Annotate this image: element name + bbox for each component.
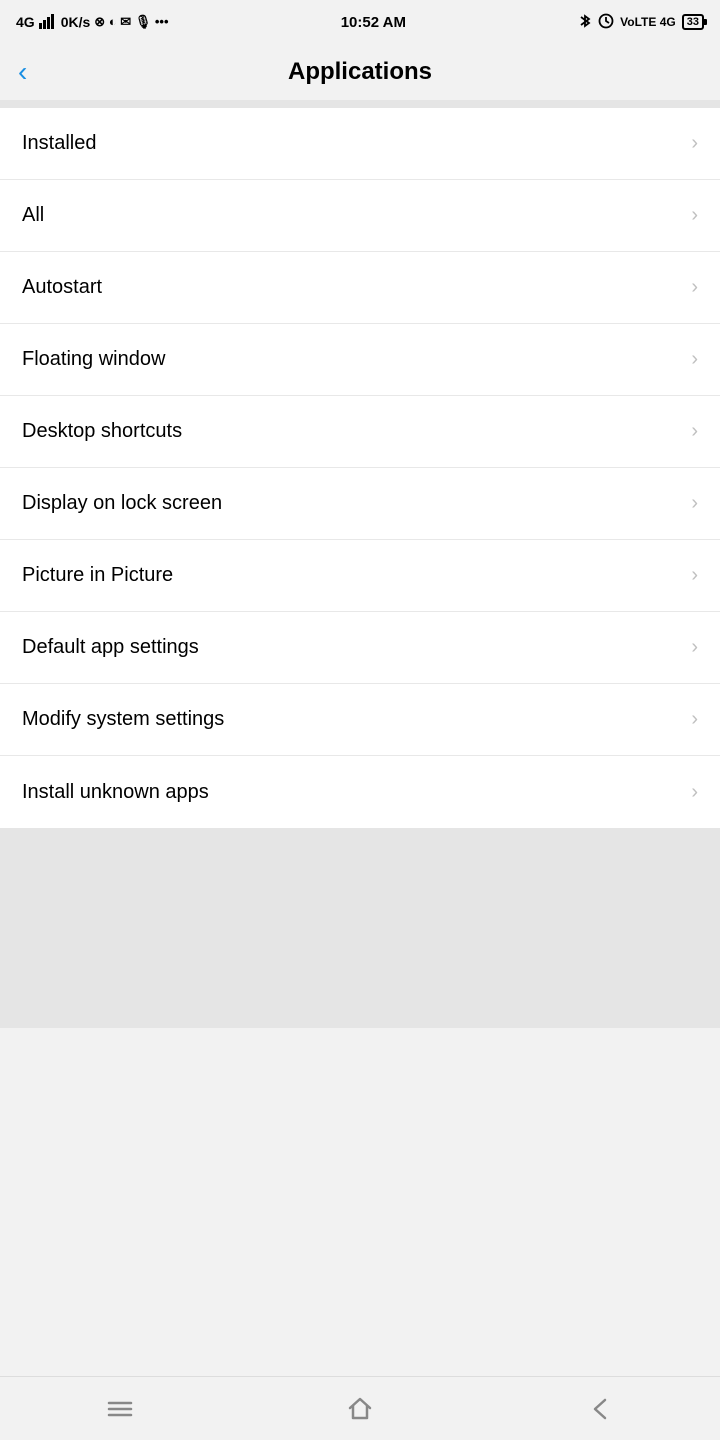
status-bar: 4G 0K/s ⊗ ◐ ✉ 🎙 ••• 10:52 AM VoLTE 4G 33 (0, 0, 720, 44)
menu-item-autostart[interactable]: Autostart › (0, 252, 720, 324)
lte-indicator: VoLTE 4G (620, 15, 676, 29)
header-divider (0, 100, 720, 108)
status-right: VoLTE 4G 33 (578, 13, 704, 32)
chevron-right-icon: › (691, 420, 698, 443)
menu-item-label: Installed (22, 132, 97, 155)
menu-item-label: Default app settings (22, 636, 199, 659)
menu-lines-icon (105, 1394, 135, 1424)
menu-item-label: All (22, 204, 44, 227)
data-speed: 0K/s (61, 14, 91, 30)
battery-indicator: 33 (682, 14, 704, 30)
back-button[interactable]: ‹ (18, 58, 27, 86)
status-time: 10:52 AM (341, 14, 406, 31)
chevron-right-icon: › (691, 636, 698, 659)
menu-item-label: Desktop shortcuts (22, 420, 182, 443)
menu-item-label: Autostart (22, 276, 102, 299)
bottom-space (0, 828, 720, 1028)
menu-item-picture-in-picture[interactable]: Picture in Picture › (0, 540, 720, 612)
menu-item-all[interactable]: All › (0, 180, 720, 252)
menu-item-install-unknown-apps[interactable]: Install unknown apps › (0, 756, 720, 828)
menu-item-label: Display on lock screen (22, 492, 222, 515)
menu-item-label: Modify system settings (22, 708, 224, 731)
page-header: ‹ Applications (0, 44, 720, 100)
applications-menu-list: Installed › All › Autostart › Floating window ›… (0, 108, 720, 828)
signal-bars (39, 13, 57, 32)
back-arrow-icon (585, 1394, 615, 1424)
menu-item-modify-system-settings[interactable]: Modify system settings › (0, 684, 720, 756)
menu-item-floating-window[interactable]: Floating window › (0, 324, 720, 396)
chevron-right-icon: › (691, 708, 698, 731)
clock-icon (598, 13, 614, 32)
nav-back-button[interactable] (560, 1389, 640, 1429)
misc-icons: ⊗ ◐ ✉ 🎙 ••• (94, 14, 168, 30)
chevron-right-icon: › (691, 204, 698, 227)
chevron-right-icon: › (691, 492, 698, 515)
nav-menu-button[interactable] (80, 1389, 160, 1429)
menu-item-label: Install unknown apps (22, 781, 209, 804)
chevron-right-icon: › (691, 276, 698, 299)
menu-item-desktop-shortcuts[interactable]: Desktop shortcuts › (0, 396, 720, 468)
menu-item-installed[interactable]: Installed › (0, 108, 720, 180)
chevron-right-icon: › (691, 781, 698, 804)
menu-item-display-on-lock-screen[interactable]: Display on lock screen › (0, 468, 720, 540)
home-icon (345, 1394, 375, 1424)
nav-bar (0, 1376, 720, 1440)
menu-item-default-app-settings[interactable]: Default app settings › (0, 612, 720, 684)
network-indicator: 4G (16, 14, 35, 30)
bluetooth-icon (578, 13, 592, 32)
page-title: Applications (20, 58, 700, 86)
chevron-right-icon: › (691, 348, 698, 371)
chevron-right-icon: › (691, 564, 698, 587)
menu-item-label: Picture in Picture (22, 564, 173, 587)
menu-item-label: Floating window (22, 348, 165, 371)
nav-home-button[interactable] (320, 1389, 400, 1429)
chevron-right-icon: › (691, 132, 698, 155)
status-left: 4G 0K/s ⊗ ◐ ✉ 🎙 ••• (16, 13, 169, 32)
